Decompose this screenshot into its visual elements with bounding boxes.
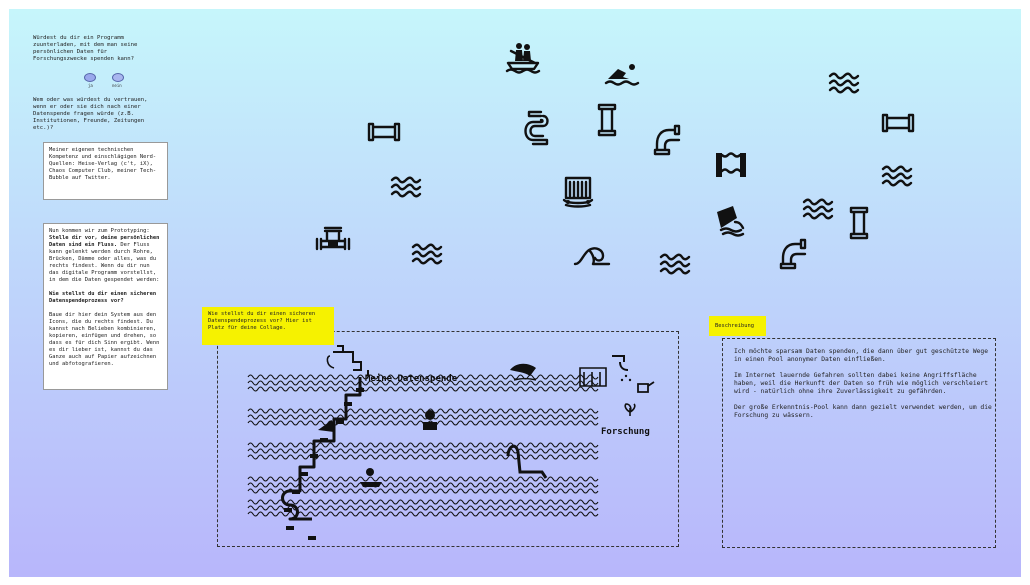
instructions-card: Nun kommen wir zum Prototyping: Stelle d… <box>43 223 168 390</box>
collage-svg <box>247 345 655 540</box>
waterfall-icon[interactable] <box>558 172 598 212</box>
question-1: Würdest du dir ein Programm zuunterladen… <box>33 35 141 62</box>
dam-icon[interactable] <box>711 145 751 185</box>
description-area[interactable]: Ich möchte sparsam Daten spenden, die da… <box>722 338 996 548</box>
intro-text-3: Baue dir hier dein System aus den Icons,… <box>49 312 163 367</box>
radio-yes-label: ja <box>88 83 93 88</box>
pipe-straight-horizontal-icon[interactable] <box>364 112 404 152</box>
swimmer-icon[interactable] <box>602 51 642 91</box>
waves-icon[interactable] <box>798 189 838 229</box>
pipe-s-curve-icon[interactable] <box>519 108 559 148</box>
wave-icon[interactable] <box>572 236 612 276</box>
answer-2-textbox[interactable]: Meiner eigenen technischen Kompetenz und… <box>43 142 168 200</box>
collage-drawing <box>218 332 680 548</box>
collage-label-start: Meine Datenspende <box>365 374 458 384</box>
collage-area[interactable]: Meine Datenspende Forschung <box>217 331 679 547</box>
question-2: Wem oder was würdest du vertrauen, wenn … <box>33 97 151 131</box>
pipe-straight-vertical-icon[interactable] <box>587 100 627 140</box>
collage-label-end: Forschung <box>601 427 650 437</box>
waves-icon[interactable] <box>655 244 695 284</box>
waves-icon[interactable] <box>824 63 864 103</box>
radio-yes[interactable] <box>84 73 96 82</box>
pipe-elbow-icon[interactable] <box>649 120 689 160</box>
pipe-straight-vertical-icon[interactable] <box>839 203 879 243</box>
floodgate-icon[interactable] <box>711 200 751 240</box>
board-canvas[interactable]: Würdest du dir ein Programm zuunterladen… <box>9 9 1021 577</box>
radio-no-label: nein <box>112 83 122 88</box>
intro-question: Wie stellst du dir einen sicheren Datens… <box>49 291 160 304</box>
radio-no[interactable] <box>112 73 124 82</box>
description-title-note: Beschreibung <box>709 316 766 336</box>
pipe-straight-horizontal-icon[interactable] <box>878 103 918 143</box>
waves-icon[interactable] <box>407 234 447 274</box>
intro-text-1: Nun kommen wir zum Prototyping: <box>49 228 150 234</box>
collage-prompt-note[interactable]: Wie stellst du dir einen sicheren Datens… <box>202 307 334 345</box>
rowboat-icon[interactable] <box>503 37 543 77</box>
valve-icon[interactable] <box>313 223 353 263</box>
waves-icon[interactable] <box>877 156 917 196</box>
pipe-elbow-icon[interactable] <box>775 234 815 274</box>
description-text[interactable]: Ich möchte sparsam Daten spenden, die da… <box>734 348 992 420</box>
intro-text-2: Der Fluss kann gelenkt werden durch Rohr… <box>49 242 160 283</box>
waves-icon[interactable] <box>386 167 426 207</box>
